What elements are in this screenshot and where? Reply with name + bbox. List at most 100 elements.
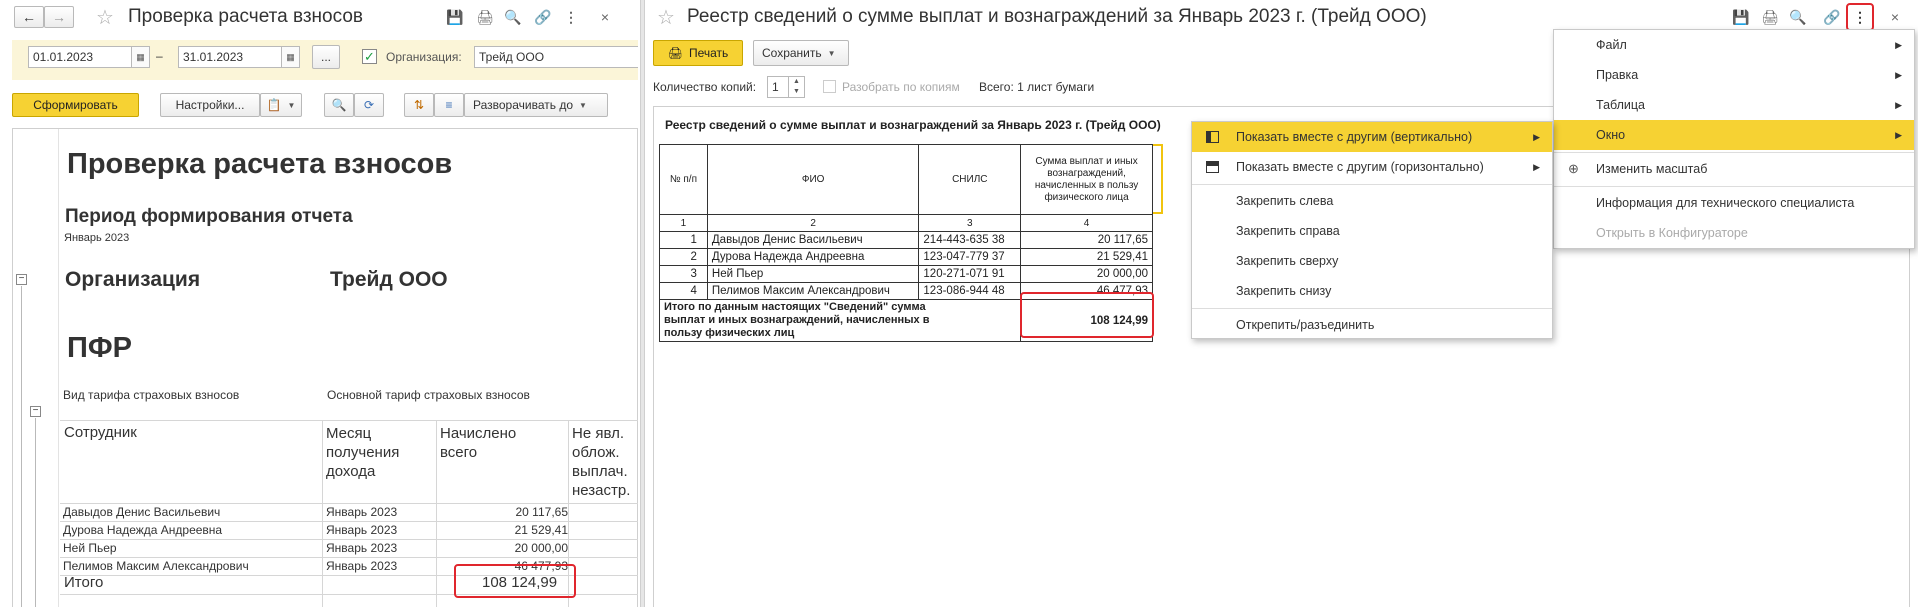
income-month: Январь 2023 bbox=[326, 541, 398, 555]
submenu-arrow-icon: ▶ bbox=[1895, 69, 1902, 80]
generate-button[interactable]: Сформировать bbox=[12, 93, 139, 117]
document-title: Реестр сведений о сумме выплат и вознагр… bbox=[665, 118, 1185, 132]
menu-item-label: Закрепить справа bbox=[1236, 224, 1340, 238]
search-next-button[interactable]: ⟳ bbox=[354, 93, 384, 117]
menu-item-tech-info[interactable]: Информация для технического специалиста bbox=[1554, 188, 1914, 218]
split-horizontal-icon bbox=[1206, 161, 1219, 173]
table-header-row: № п/п ФИО СНИЛС Сумма выплат и иных возн… bbox=[659, 144, 1153, 215]
split-copies-checkbox[interactable] bbox=[823, 80, 836, 93]
menu-item-label: Таблица bbox=[1596, 98, 1646, 112]
income-month: Январь 2023 bbox=[326, 505, 398, 519]
menu-item-edit[interactable]: Правка ▶ bbox=[1554, 60, 1914, 90]
menu-separator bbox=[1192, 308, 1552, 309]
section-heading: ПФР bbox=[67, 332, 132, 364]
menu-item-label: Информация для технического специалиста bbox=[1596, 196, 1855, 210]
tree-line-2 bbox=[35, 418, 36, 607]
save-icon[interactable]: 💾 bbox=[1730, 6, 1752, 28]
table-index-row: 1 2 3 4 bbox=[659, 214, 1153, 232]
sort-icon: ⇅ bbox=[413, 98, 425, 112]
menu-separator bbox=[1554, 152, 1914, 153]
index-cell: 2 bbox=[706, 214, 920, 232]
sort-button[interactable]: ⇅ bbox=[404, 93, 434, 117]
collapse-button[interactable]: ≡ bbox=[434, 93, 464, 117]
menu-item-label: Закрепить снизу bbox=[1236, 284, 1332, 298]
menu-item-dock-left[interactable]: Закрепить слева bbox=[1192, 186, 1552, 216]
collapse-icon: ≡ bbox=[445, 98, 453, 112]
variants-button[interactable]: 📋 ▼ bbox=[260, 93, 302, 117]
report-heading: Проверка расчета взносов bbox=[67, 148, 453, 180]
split-vertical-icon bbox=[1206, 131, 1219, 143]
save-icon[interactable]: 💾 bbox=[444, 6, 466, 28]
menu-separator bbox=[1192, 184, 1552, 185]
date-to-input[interactable]: 31.01.2023 bbox=[178, 46, 282, 68]
forward-button[interactable]: → bbox=[44, 6, 74, 28]
period-select-button[interactable]: ... bbox=[312, 45, 340, 69]
row-sum: 20 000,00 bbox=[1020, 265, 1153, 283]
print-icon[interactable]: 🖨 bbox=[474, 6, 496, 28]
close-icon[interactable]: × bbox=[594, 6, 616, 28]
print-button[interactable]: 🖨 Печать bbox=[653, 40, 743, 66]
menu-item-show-horizontal[interactable]: Показать вместе с другим (горизонтально)… bbox=[1192, 152, 1552, 182]
copies-stepper[interactable]: ▲ ▼ bbox=[789, 76, 805, 98]
calendar-from-icon[interactable]: ▦ bbox=[132, 46, 150, 68]
preview-icon[interactable]: 🔍 bbox=[502, 6, 524, 28]
collapse-subgroup-icon[interactable]: − bbox=[30, 406, 41, 417]
expand-to-button[interactable]: Разворачивать до ▼ bbox=[464, 93, 608, 117]
print-label: Печать bbox=[688, 46, 729, 60]
back-button[interactable]: ← bbox=[14, 6, 44, 28]
row-num: 2 bbox=[659, 248, 708, 266]
settings-button[interactable]: Настройки... bbox=[160, 93, 260, 117]
date-from-input[interactable]: 01.01.2023 bbox=[28, 46, 132, 68]
more-menu-icon[interactable]: ⋮ bbox=[560, 6, 582, 28]
accrued-amount: 20 117,65 bbox=[515, 505, 569, 519]
menu-item-table[interactable]: Таблица ▶ bbox=[1554, 90, 1914, 120]
copies-input[interactable]: 1 bbox=[767, 76, 789, 98]
org-checkbox[interactable]: ✓ bbox=[362, 49, 377, 64]
link-icon[interactable]: 🔗 bbox=[1821, 6, 1843, 28]
preview-icon[interactable]: 🔍 bbox=[1787, 6, 1809, 28]
menu-item-label: Файл bbox=[1596, 38, 1627, 52]
menu-item-undock[interactable]: Открепить/разъединить bbox=[1192, 310, 1552, 340]
accrued-amount: 20 000,00 bbox=[514, 541, 568, 555]
search-button[interactable]: 🔍 bbox=[324, 93, 354, 117]
menu-item-dock-bottom[interactable]: Закрепить снизу bbox=[1192, 276, 1552, 306]
row-sum: 20 117,65 bbox=[1020, 231, 1153, 249]
index-cell: 3 bbox=[918, 214, 1022, 232]
row-sum: 21 529,41 bbox=[1020, 248, 1153, 266]
calendar-to-icon[interactable]: ▦ bbox=[282, 46, 300, 68]
tariff-label: Вид тарифа страховых взносов bbox=[63, 388, 240, 402]
print-icon[interactable]: 🖨 bbox=[1759, 6, 1781, 28]
menu-item-label: Окно bbox=[1596, 128, 1626, 142]
total-highlight bbox=[454, 564, 576, 598]
employee-name: Ней Пьер bbox=[63, 541, 117, 555]
menu-item-file[interactable]: Файл ▶ bbox=[1554, 30, 1914, 60]
tree-gutter-line bbox=[58, 129, 59, 607]
row-snils: 123-047-779 37 bbox=[918, 248, 1022, 266]
menu-item-label: Показать вместе с другим (вертикально) bbox=[1236, 130, 1473, 144]
menu-item-label: Открепить/разъединить bbox=[1236, 318, 1375, 332]
header-num: № п/п bbox=[659, 144, 708, 215]
menu-item-label: Закрепить слева bbox=[1236, 194, 1334, 208]
link-icon[interactable]: 🔗 bbox=[532, 6, 554, 28]
org-input[interactable]: Трейд ООО bbox=[474, 46, 638, 68]
menu-item-zoom[interactable]: ⊕ Изменить масштаб bbox=[1554, 154, 1914, 184]
menu-item-label: Показать вместе с другим (горизонтально) bbox=[1236, 160, 1484, 174]
favorite-star-icon[interactable]: ☆ bbox=[655, 6, 677, 29]
collapse-group-icon[interactable]: − bbox=[16, 274, 27, 285]
save-button[interactable]: Сохранить ▼ bbox=[753, 40, 849, 66]
org-report-value: Трейд ООО bbox=[330, 268, 448, 291]
index-cell: 4 bbox=[1020, 214, 1153, 232]
col-header-month: Месяц получения дохода bbox=[326, 425, 400, 480]
menu-item-window[interactable]: Окно ▶ bbox=[1554, 120, 1914, 150]
menu-item-open-configurator: Открыть в Конфигураторе bbox=[1554, 218, 1914, 248]
tree-line-1 bbox=[21, 286, 22, 607]
cell-selection-marker bbox=[1153, 144, 1163, 214]
favorite-star-icon[interactable]: ☆ bbox=[94, 6, 116, 29]
row-num: 1 bbox=[659, 231, 708, 249]
menu-item-show-vertical[interactable]: Показать вместе с другим (вертикально) ▶ bbox=[1192, 122, 1552, 152]
income-month: Январь 2023 bbox=[326, 523, 398, 537]
close-icon[interactable]: × bbox=[1884, 6, 1906, 28]
menu-item-dock-top[interactable]: Закрепить сверху bbox=[1192, 246, 1552, 276]
menu-item-dock-right[interactable]: Закрепить справа bbox=[1192, 216, 1552, 246]
split-copies-label: Разобрать по копиям bbox=[842, 80, 960, 94]
